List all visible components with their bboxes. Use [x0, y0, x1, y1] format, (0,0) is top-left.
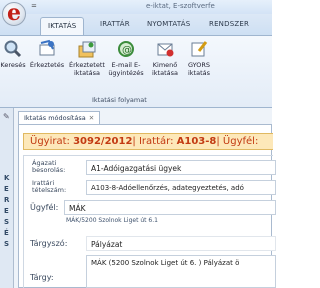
- sidebar-letter: E: [4, 207, 9, 215]
- ribbon-panel: Keresés Érkeztetés Érkeztetett iktatása …: [0, 35, 272, 108]
- agazati-label: Ágazati besorolás:: [32, 159, 66, 174]
- sidebar-letter: S: [4, 218, 10, 226]
- outgoing-filing-button[interactable]: Kimenő iktatása: [146, 39, 184, 77]
- title-bar: = e-iktat, E-szoftverfe: [0, 0, 272, 14]
- email-icon: @: [118, 41, 134, 57]
- email-button[interactable]: @ E-mail E-ügyintézés: [107, 39, 145, 77]
- app-logo[interactable]: e: [2, 0, 26, 26]
- document-area: Iktatás módosítása ✕ Ügyirat: 3092/2012| …: [14, 108, 276, 288]
- form-panel: Ügyirat: 3092/2012| Irattár: A103-8| Ügy…: [18, 124, 276, 288]
- quick-access-toolbar[interactable]: =: [31, 2, 37, 10]
- tab-iktatas[interactable]: IKTATÁS: [40, 17, 85, 36]
- tab-nyomtatas[interactable]: NYOMTATÁS: [147, 20, 190, 28]
- sidebar-letter: S: [4, 240, 10, 248]
- pin-icon[interactable]: ✎: [3, 112, 10, 121]
- search-icon: [4, 40, 22, 58]
- ugyfel-address: MÁK/5200 Szolnok Liget út 6.1: [66, 217, 158, 224]
- irattari-label: Irattári tételszám:: [32, 179, 67, 194]
- case-header: Ügyirat: 3092/2012| Irattár: A103-8| Ügy…: [23, 133, 273, 150]
- targy-label: Tárgy:: [30, 273, 54, 282]
- close-icon[interactable]: ✕: [89, 114, 94, 122]
- quick-icon: [191, 41, 208, 57]
- receive-button[interactable]: Érkeztetés: [28, 39, 66, 69]
- quick-filing-button[interactable]: GYORS iktatás: [180, 39, 218, 77]
- case-irattar: A103-8: [176, 136, 217, 147]
- sidebar-letter: É: [4, 229, 9, 237]
- svg-text:@: @: [122, 45, 132, 56]
- tab-irattar[interactable]: IRATTÁR: [100, 20, 130, 28]
- case-sep-2: | Ügyfél:: [216, 136, 259, 147]
- case-number: 3092/2012: [73, 136, 133, 147]
- sidebar-letter: R: [4, 196, 10, 204]
- agazati-field[interactable]: A1-Adóigazgatási ügyek: [86, 160, 276, 175]
- app-logo-e-icon: e: [7, 0, 21, 26]
- doc-tab-iktatas-modositasa[interactable]: Iktatás módosítása ✕: [18, 111, 101, 124]
- sidebar-letter: E: [4, 185, 9, 193]
- sidebar-vertical-label[interactable]: K E R E S É S: [4, 173, 9, 250]
- ribbon-group-label: Iktatási folyamat: [92, 96, 147, 104]
- tab-rendszer[interactable]: RENDSZER: [209, 20, 249, 28]
- receive-icon: [39, 39, 55, 56]
- targyszo-label: Tárgyszó:: [30, 239, 68, 248]
- ugyfel-label: Ügyfél:: [30, 203, 59, 212]
- incoming-filing-button[interactable]: Érkeztetett iktatása: [68, 39, 106, 77]
- targy-textarea[interactable]: MÁK (5200 Szolnok Liget út 6. ) Pályázat…: [86, 255, 276, 288]
- targyszo-field[interactable]: Pályázat: [86, 236, 276, 251]
- outgoing-icon: [157, 43, 174, 57]
- case-prefix: Ügyirat:: [30, 136, 70, 147]
- form-section: Ágazati besorolás: A1-Adóigazgatási ügye…: [23, 155, 276, 288]
- file-incoming-icon: [78, 41, 96, 58]
- sidebar-letter: K: [4, 174, 10, 182]
- ugyfel-field[interactable]: MÁK: [64, 200, 276, 215]
- irattari-field[interactable]: A103-8-Adóellenőrzés, adategyeztetés, ad…: [86, 180, 276, 195]
- ribbon-tabs: IKTATÁS IRATTÁR NYOMTATÁS RENDSZER: [0, 14, 272, 36]
- window-title: e-iktat, E-szoftverfe: [146, 2, 215, 10]
- case-sep-1: | Irattár:: [132, 136, 174, 147]
